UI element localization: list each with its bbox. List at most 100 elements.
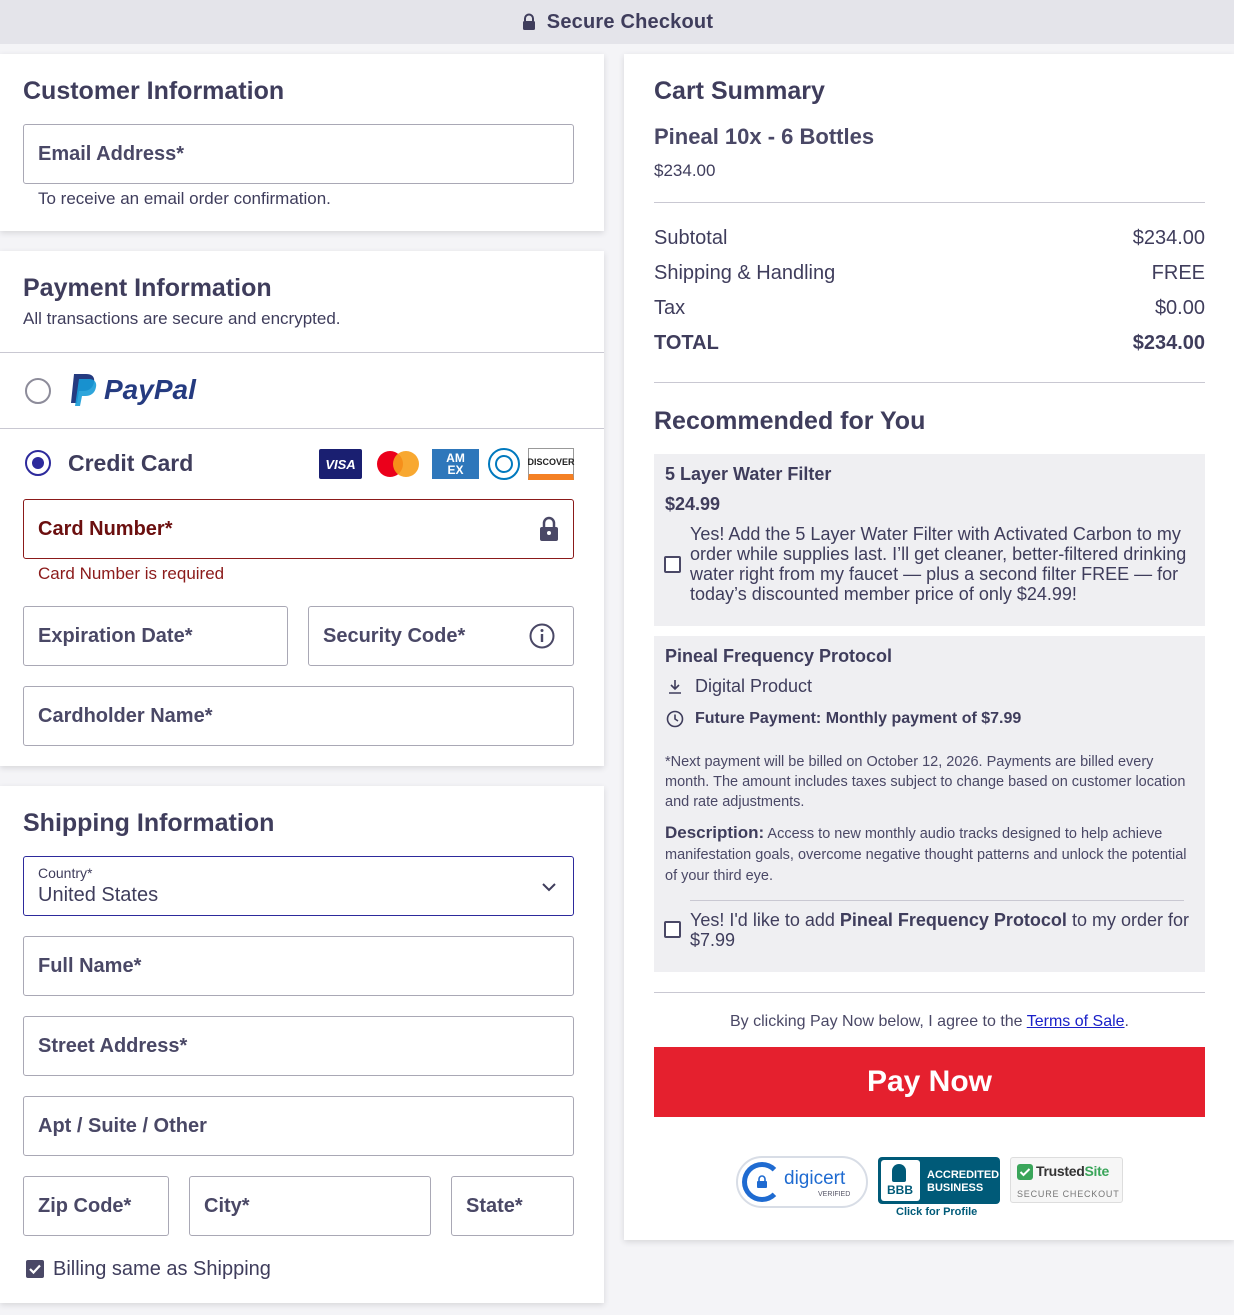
country-label: Country*	[38, 865, 93, 881]
diners-icon	[488, 448, 520, 480]
digicert-badge[interactable]: digicert VERIFIED	[736, 1156, 868, 1208]
subtotal-value: $234.00	[1132, 227, 1205, 249]
paypal-logo[interactable]: PayPal	[68, 372, 196, 408]
zip-code-label: Zip Code*	[38, 1194, 132, 1217]
customer-info-heading: Customer Information	[23, 77, 285, 105]
tax-label: Tax	[654, 297, 686, 319]
subtotal-label: Subtotal	[654, 227, 728, 249]
email-hint: To receive an email order confirmation.	[38, 189, 331, 208]
recommended-heading: Recommended for You	[654, 407, 926, 435]
security-code-label: Security Code*	[323, 624, 466, 647]
tax-row: Tax $0.00	[654, 297, 1205, 320]
rec1-offer-text[interactable]: Yes! Add the 5 Layer Water Filter with A…	[690, 524, 1190, 604]
paypal-p-icon	[71, 374, 97, 406]
trustedsite-word-b: Site	[1084, 1163, 1109, 1179]
chevron-down-icon	[542, 883, 556, 892]
rec2-checkbox[interactable]	[664, 921, 681, 938]
cardholder-name-field[interactable]: Cardholder Name*	[23, 686, 574, 746]
paypal-wordmark: PayPal	[104, 374, 196, 405]
card-number-label: Card Number*	[38, 517, 173, 540]
billing-same-label[interactable]: Billing same as Shipping	[53, 1258, 271, 1281]
lock-icon	[540, 516, 558, 541]
bbb-click-profile: Click for Profile	[896, 1206, 978, 1218]
shipping-value: FREE	[1151, 262, 1205, 284]
rec2-offer-bold: Pineal Frequency Protocol	[839, 910, 1067, 930]
download-icon	[669, 680, 681, 694]
full-name-field[interactable]: Full Name*	[23, 936, 574, 996]
country-select[interactable]: Country* United States	[23, 856, 574, 916]
payment-subtitle: All transactions are secure and encrypte…	[23, 309, 341, 328]
page-title: Secure Checkout	[546, 10, 714, 33]
street-address-label: Street Address*	[38, 1034, 188, 1057]
amex-icon: AM EX	[432, 449, 479, 479]
credit-card-label[interactable]: Credit Card	[68, 450, 193, 477]
cart-divider-3	[654, 992, 1205, 993]
rec1-checkbox[interactable]	[664, 556, 681, 573]
mastercard-icon	[375, 450, 421, 478]
expiration-date-field[interactable]: Expiration Date*	[23, 606, 288, 666]
security-code-field[interactable]: Security Code*	[308, 606, 574, 666]
card-number-field[interactable]: Card Number*	[23, 499, 574, 559]
state-field[interactable]: State*	[451, 1176, 574, 1236]
street-address-field[interactable]: Street Address*	[23, 1016, 574, 1076]
rec2-divider	[690, 900, 1184, 901]
payment-divider-1	[0, 352, 604, 353]
total-value: $234.00	[1132, 332, 1205, 354]
digicert-wordmark: digicert	[784, 1168, 846, 1189]
info-icon[interactable]	[529, 623, 555, 649]
card-number-error: Card Number is required	[38, 564, 225, 583]
bbb-badge[interactable]: BBB ACCREDITED BUSINESS Click for Profil…	[878, 1157, 1000, 1219]
cart-divider-1	[654, 202, 1205, 203]
trustedsite-badge[interactable]: TrustedSite SECURE CHECKOUT	[1010, 1157, 1123, 1203]
terms-suffix: .	[1124, 1013, 1129, 1030]
shipping-row: Shipping & Handling FREE	[654, 262, 1205, 285]
clock-icon	[666, 710, 684, 728]
total-label: TOTAL	[654, 332, 719, 354]
city-field[interactable]: City*	[189, 1176, 431, 1236]
product-price: $234.00	[654, 161, 716, 180]
rec2-title: Pineal Frequency Protocol	[665, 646, 893, 666]
state-label: State*	[466, 1194, 523, 1217]
zip-code-field[interactable]: Zip Code*	[23, 1176, 169, 1236]
bbb-logo: BBB	[887, 1183, 913, 1197]
payment-info-heading: Payment Information	[23, 274, 272, 302]
full-name-label: Full Name*	[38, 954, 142, 977]
rec1-title: 5 Layer Water Filter	[665, 464, 832, 484]
tax-value: $0.00	[1154, 297, 1205, 319]
rec2-future-payment: Future Payment: Monthly payment of $7.99	[695, 710, 1022, 727]
terms-text: By clicking Pay Now below, I agree to th…	[654, 1013, 1205, 1031]
rec2-billing-note: *Next payment will be billed on October …	[665, 754, 1186, 810]
city-label: City*	[204, 1194, 250, 1217]
billing-same-checkbox[interactable]	[26, 1260, 44, 1278]
total-row: TOTAL $234.00	[654, 332, 1205, 355]
country-value: United States	[38, 884, 159, 906]
bbb-line1: ACCREDITED	[927, 1169, 1000, 1181]
pay-now-button[interactable]: Pay Now	[654, 1047, 1205, 1117]
apt-suite-field[interactable]: Apt / Suite / Other	[23, 1096, 574, 1156]
cardholder-name-label: Cardholder Name*	[38, 704, 213, 727]
trustedsite-wordmark: TrustedSite	[1036, 1163, 1109, 1179]
credit-card-radio[interactable]	[25, 450, 51, 476]
rec2-digital-label: Digital Product	[695, 676, 813, 696]
expiration-date-label: Expiration Date*	[38, 624, 193, 647]
trustedsite-word-a: Trusted	[1036, 1163, 1085, 1179]
terms-prefix: By clicking Pay Now below, I agree to th…	[729, 1013, 1027, 1030]
digicert-verified: VERIFIED	[818, 1191, 851, 1198]
payment-divider-2	[0, 428, 604, 429]
discover-icon: DISCOVER	[528, 448, 575, 480]
rec2-description-label: Description:	[665, 823, 765, 842]
bbb-line2: BUSINESS	[927, 1182, 984, 1194]
secure-checkout-bar: Secure Checkout	[0, 0, 1234, 44]
product-name: Pineal 10x - 6 Bottles	[654, 124, 875, 149]
rec2-offer-text[interactable]: Yes! I'd like to add Pineal Frequency Pr…	[690, 910, 1190, 950]
cart-summary-heading: Cart Summary	[654, 77, 825, 105]
paypal-radio[interactable]	[25, 378, 51, 404]
email-field-label: Email Address*	[38, 142, 184, 165]
lock-icon	[522, 13, 535, 30]
rec2-offer-prefix: Yes! I'd like to add	[690, 910, 840, 930]
terms-of-sale-link[interactable]: Terms of Sale	[1027, 1013, 1125, 1030]
cart-divider-2	[654, 382, 1205, 383]
checkmark-icon	[1017, 1164, 1033, 1180]
lock-icon	[757, 1175, 767, 1188]
email-field[interactable]: Email Address*	[23, 124, 574, 184]
